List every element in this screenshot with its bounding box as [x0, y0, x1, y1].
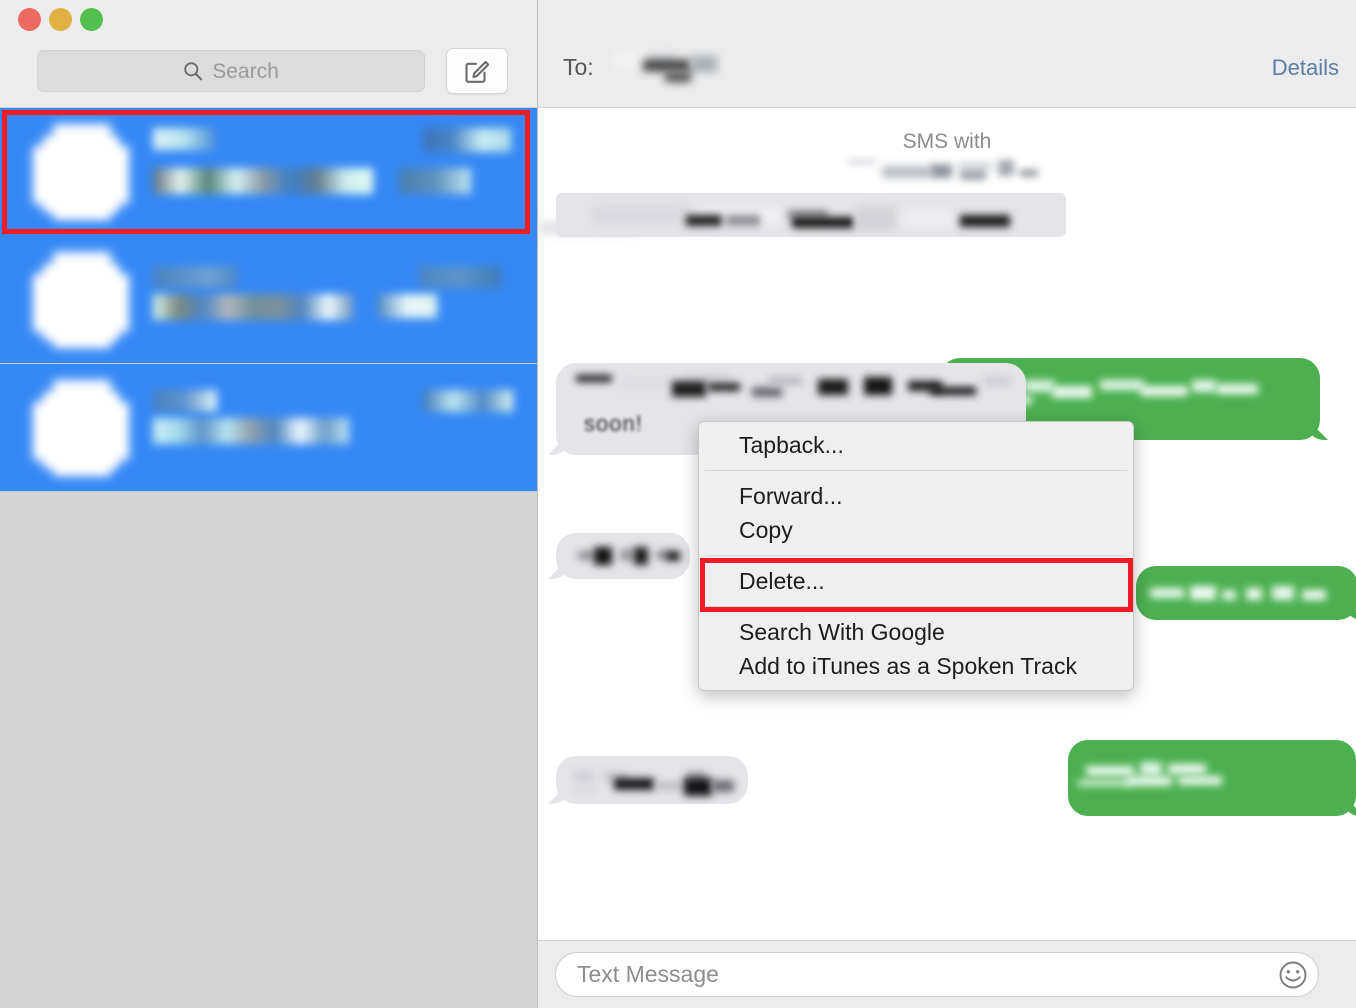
- compose-icon: [465, 60, 490, 83]
- menu-item-delete[interactable]: Delete...: [699, 564, 1133, 598]
- details-button[interactable]: Details: [1272, 57, 1339, 79]
- compose-button[interactable]: [446, 48, 508, 94]
- menu-separator: [705, 555, 1127, 556]
- timestamp-redacted: [423, 127, 511, 152]
- service-sublabel-redacted: [848, 160, 1048, 186]
- menu-item-add-to-itunes[interactable]: Add to iTunes as a Spoken Track: [699, 649, 1133, 683]
- search-input[interactable]: Search: [37, 50, 425, 92]
- composer-bar: Text Message: [538, 940, 1356, 1008]
- sidebar-toolbar: Search: [0, 0, 537, 108]
- conversation-row-2[interactable]: [0, 236, 537, 364]
- menu-item-tapback[interactable]: Tapback...: [699, 428, 1133, 462]
- message-input-placeholder: Text Message: [577, 961, 719, 987]
- message-bubble-sent-3[interactable]: [1068, 740, 1356, 816]
- message-bubble-sent-2[interactable]: [1136, 566, 1356, 620]
- contact-name-redacted: [153, 265, 237, 288]
- smiley-icon[interactable]: [1278, 960, 1308, 990]
- message-preview-redacted: [153, 293, 353, 320]
- sidebar: Search: [0, 0, 538, 1008]
- messages-window: Search To: Details SMS with soon! Text M…: [0, 0, 1356, 1008]
- maximize-window-button[interactable]: [80, 8, 103, 31]
- recipient-redacted: [613, 48, 733, 90]
- message-preview-redacted-2: [399, 167, 471, 194]
- message-partial-text: soon!: [584, 411, 643, 436]
- menu-item-search-with-google[interactable]: Search With Google: [699, 615, 1133, 649]
- timestamp-redacted: [423, 389, 513, 412]
- conversation-text-3: [151, 380, 519, 476]
- search-placeholder: Search: [212, 59, 279, 83]
- message-bubble-received-3[interactable]: [548, 756, 748, 804]
- service-label: SMS with: [902, 130, 992, 153]
- contact-name-redacted: [153, 389, 217, 412]
- menu-separator: [705, 470, 1127, 471]
- message-context-menu[interactable]: Tapback... Forward... Copy Delete... Sea…: [698, 421, 1134, 691]
- conversation-text-2: [151, 252, 519, 348]
- message-preview-redacted: [153, 167, 373, 194]
- contact-name-redacted: [153, 127, 215, 150]
- message-bubble-received-1[interactable]: [538, 193, 1066, 237]
- menu-separator: [705, 606, 1127, 607]
- conversation-row-1[interactable]: [0, 108, 537, 236]
- avatar: [33, 379, 129, 476]
- menu-item-forward[interactable]: Forward...: [699, 479, 1133, 513]
- message-input[interactable]: Text Message: [555, 952, 1319, 997]
- minimize-window-button[interactable]: [49, 8, 72, 31]
- conversation-list: [0, 108, 537, 492]
- avatar: [33, 123, 129, 220]
- conversation-header: To: Details: [538, 0, 1356, 108]
- avatar: [33, 251, 129, 348]
- message-preview-redacted-2: [377, 293, 437, 318]
- menu-item-copy[interactable]: Copy: [699, 513, 1133, 547]
- search-icon: [184, 62, 203, 81]
- conversation-text-1: [151, 124, 519, 220]
- message-bubble-received-2[interactable]: [548, 533, 690, 579]
- to-label: To:: [563, 54, 594, 80]
- close-window-button[interactable]: [18, 8, 41, 31]
- conversation-row-3[interactable]: [0, 364, 537, 492]
- message-preview-redacted: [153, 417, 349, 444]
- timestamp-redacted: [419, 265, 501, 288]
- window-traffic-lights: [18, 8, 103, 31]
